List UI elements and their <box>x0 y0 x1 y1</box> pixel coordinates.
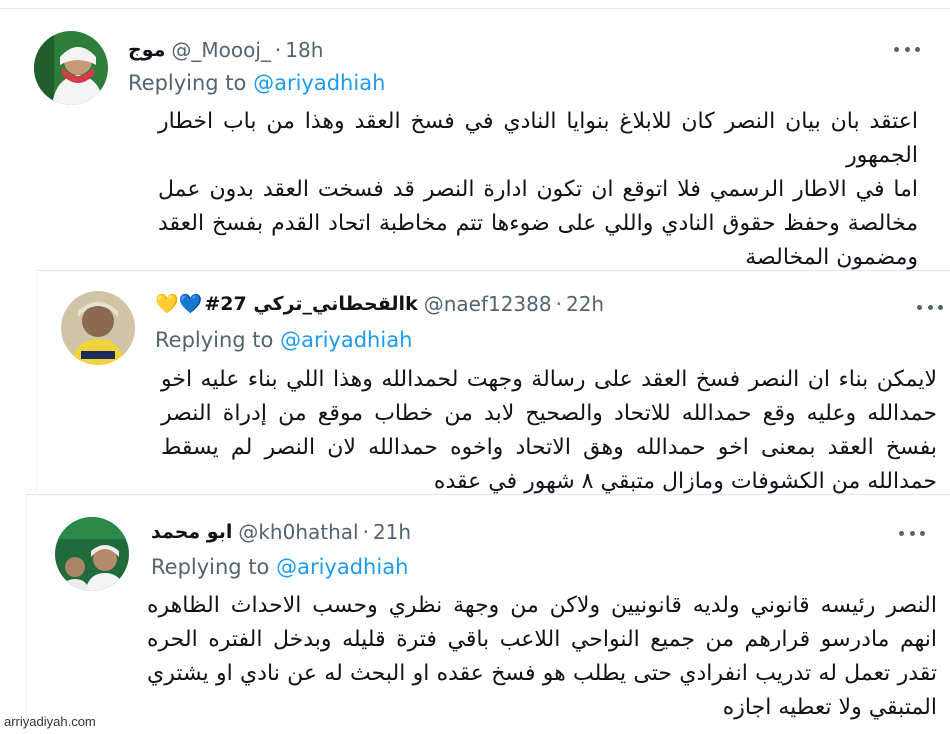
display-name[interactable]: #القحطاني_تركي 27k <box>204 291 417 317</box>
user-avatar[interactable] <box>61 291 135 365</box>
tweet-paragraph: اعتقد بان بيان النصر كان للابلاغ بنوايا … <box>158 109 918 168</box>
tweet-card[interactable]: موج @_Moooj_ · 18h Replying to @ariyadhi… <box>0 8 950 270</box>
more-options-icon[interactable] <box>899 529 925 537</box>
timestamp[interactable]: 18h <box>285 37 323 63</box>
tweet-card[interactable]: ابو محمد @kh0hathal · 21h Replying to @a… <box>26 494 950 734</box>
tweet-paragraph: لايمكن بناء ان النصر فسخ العقد على رسالة… <box>161 367 937 494</box>
mention-link[interactable]: @ariyadhiah <box>276 555 408 579</box>
timestamp[interactable]: 21h <box>373 519 411 545</box>
replying-to: Replying to @ariyadhiah <box>151 553 408 581</box>
replying-to: Replying to @ariyadhiah <box>128 69 385 97</box>
display-name[interactable]: موج <box>128 37 165 63</box>
tweet-paragraph: النصر رئيسه قانوني ولديه قانونيين ولاكن … <box>147 593 937 720</box>
display-name[interactable]: ابو محمد <box>151 519 232 545</box>
tweet-paragraph: اما في الاطار الرسمي فلا اتوقع ان تكون ا… <box>158 177 918 270</box>
user-avatar[interactable] <box>34 31 108 105</box>
user-avatar[interactable] <box>55 517 129 591</box>
tweet-text: اعتقد بان بيان النصر كان للابلاغ بنوايا … <box>158 105 918 275</box>
tweet-card[interactable]: 💛💙 #القحطاني_تركي 27k @naef12388 · 22h R… <box>36 270 950 494</box>
replying-to-label: Replying to <box>128 71 247 95</box>
tweet-text: النصر رئيسه قانوني ولديه قانونيين ولاكن … <box>147 589 937 725</box>
mention-link[interactable]: @ariyadhiah <box>280 328 412 352</box>
heart-emojis: 💛💙 <box>155 293 203 315</box>
tweet-text: لايمكن بناء ان النصر فسخ العقد على رسالة… <box>161 363 937 499</box>
separator-dot: · <box>555 292 562 316</box>
user-handle[interactable]: @_Moooj_ <box>171 37 271 63</box>
separator-dot: · <box>274 38 282 62</box>
timestamp[interactable]: 22h <box>566 291 604 317</box>
more-options-icon[interactable] <box>894 45 920 53</box>
replying-to-label: Replying to <box>151 555 270 579</box>
user-handle[interactable]: @kh0hathal <box>238 519 358 545</box>
separator-dot: · <box>362 520 369 544</box>
site-watermark: arriyadiyah.com <box>4 714 96 729</box>
user-handle[interactable]: @naef12388 <box>424 291 552 317</box>
mention-link[interactable]: @ariyadhiah <box>253 71 385 95</box>
replying-to-label: Replying to <box>155 328 274 352</box>
more-options-icon[interactable] <box>917 303 943 311</box>
replying-to: Replying to @ariyadhiah <box>155 326 412 354</box>
